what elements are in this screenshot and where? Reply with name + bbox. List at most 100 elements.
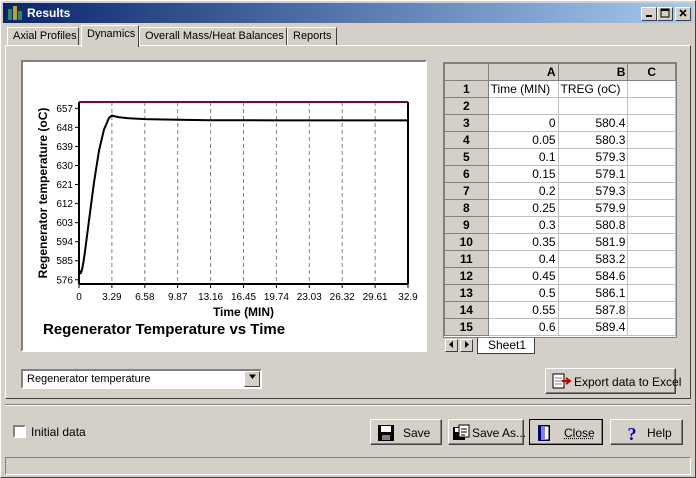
- cell-a[interactable]: 0.05: [487, 131, 559, 149]
- cell-c[interactable]: [627, 165, 676, 183]
- cell-b[interactable]: [557, 97, 629, 115]
- cell-c[interactable]: [627, 114, 676, 132]
- cell-a[interactable]: 0: [487, 114, 559, 132]
- cell-b[interactable]: 579.9: [557, 199, 629, 217]
- y-tick-label: 639: [56, 142, 73, 153]
- chevron-down-icon: [248, 374, 256, 379]
- variable-select[interactable]: Regenerator temperature: [21, 369, 262, 389]
- y-tick-label: 630: [56, 161, 73, 172]
- column-header-a[interactable]: A: [487, 63, 559, 81]
- cell-c[interactable]: [627, 233, 676, 251]
- row-header[interactable]: 11: [444, 250, 489, 268]
- cell-b[interactable]: 584.6: [557, 267, 629, 285]
- arrow-left-icon: [449, 341, 453, 348]
- row-header[interactable]: 9: [444, 216, 489, 234]
- tab-overall-mass-heat-balances[interactable]: Overall Mass/Heat Balances: [139, 27, 287, 46]
- results-window: Results Axial Profiles Dynamics Overall …: [0, 0, 696, 478]
- cell-c[interactable]: [627, 199, 676, 217]
- minimize-button[interactable]: [641, 7, 657, 21]
- row-header[interactable]: 15: [444, 318, 489, 336]
- cell-a[interactable]: 0.35: [487, 233, 559, 251]
- save-button-label: Save: [403, 426, 431, 440]
- tab-reports[interactable]: Reports: [287, 27, 337, 46]
- cell-a[interactable]: 0.5: [487, 284, 559, 302]
- column-header-b[interactable]: B: [557, 63, 629, 81]
- save-as-button[interactable]: Save As...: [448, 419, 526, 445]
- cell-c[interactable]: [627, 148, 676, 166]
- help-button[interactable]: ? Help: [610, 419, 683, 445]
- cell-a[interactable]: Time (MIN): [487, 80, 559, 98]
- cell-c[interactable]: [627, 284, 676, 302]
- cell-c[interactable]: [627, 97, 676, 115]
- y-tick-label: 594: [56, 237, 73, 248]
- cell-b[interactable]: 589.4: [557, 318, 629, 336]
- x-tick-label: 9.87: [168, 292, 188, 303]
- x-tick-label: 26.32: [330, 292, 355, 303]
- cell-b[interactable]: 587.8: [557, 301, 629, 319]
- sheet-row: 1 Time (MIN) TREG (oC): [444, 80, 676, 98]
- close-button[interactable]: Close: [529, 419, 603, 445]
- cell-c[interactable]: [627, 250, 676, 268]
- cell-b[interactable]: 586.1: [557, 284, 629, 302]
- sheet-prev-button[interactable]: [445, 339, 458, 352]
- close-window-button[interactable]: [675, 7, 691, 21]
- row-header[interactable]: 3: [444, 114, 489, 132]
- x-tick-label: 29.61: [363, 292, 388, 303]
- title-bar[interactable]: Results: [3, 3, 693, 23]
- status-bar: [5, 457, 691, 475]
- cell-b[interactable]: 579.1: [557, 165, 629, 183]
- row-header[interactable]: 7: [444, 182, 489, 200]
- maximize-button[interactable]: [657, 7, 673, 21]
- tab-dynamics[interactable]: Dynamics: [81, 25, 139, 47]
- cell-b[interactable]: 580.3: [557, 131, 629, 149]
- cell-a[interactable]: [487, 97, 559, 115]
- cell-c[interactable]: [627, 216, 676, 234]
- cell-b[interactable]: 579.3: [557, 182, 629, 200]
- sheet-row: 9 0.3 580.8: [444, 216, 676, 234]
- tab-axial-profiles[interactable]: Axial Profiles: [7, 27, 79, 46]
- export-excel-button[interactable]: Export data to Excel: [545, 368, 681, 394]
- row-header[interactable]: 8: [444, 199, 489, 217]
- cell-a[interactable]: 0.45: [487, 267, 559, 285]
- corner-cell[interactable]: [444, 63, 489, 81]
- cell-a[interactable]: 0.2: [487, 182, 559, 200]
- sheet-next-button[interactable]: [460, 339, 473, 352]
- cell-c[interactable]: [627, 80, 676, 98]
- cell-c[interactable]: [627, 182, 676, 200]
- dropdown-button[interactable]: [244, 371, 260, 387]
- row-header[interactable]: 10: [444, 233, 489, 251]
- cell-a[interactable]: 0.15: [487, 165, 559, 183]
- cell-b[interactable]: 580.4: [557, 114, 629, 132]
- cell-b[interactable]: TREG (oC): [557, 80, 629, 98]
- cell-b[interactable]: 579.3: [557, 148, 629, 166]
- sheet-tab-sheet1[interactable]: Sheet1: [477, 338, 535, 354]
- initial-data-checkbox[interactable]: [13, 425, 26, 438]
- cell-a[interactable]: 0.4: [487, 250, 559, 268]
- row-header[interactable]: 4: [444, 131, 489, 149]
- row-header[interactable]: 14: [444, 301, 489, 319]
- cell-a[interactable]: 0.1: [487, 148, 559, 166]
- x-tick-label: 16.45: [231, 292, 256, 303]
- column-header-c[interactable]: C: [627, 63, 676, 81]
- cell-c[interactable]: [627, 131, 676, 149]
- sheet-row: 7 0.2 579.3: [444, 182, 676, 200]
- cell-a[interactable]: 0.6: [487, 318, 559, 336]
- cell-c[interactable]: [627, 318, 676, 336]
- row-header[interactable]: 5: [444, 148, 489, 166]
- cell-c[interactable]: [627, 301, 676, 319]
- spreadsheet[interactable]: A B C 1 Time (MIN) TREG (oC) 2 3 0 580.4 4 0.05 5…: [443, 62, 677, 353]
- save-button[interactable]: Save: [370, 419, 442, 445]
- row-header[interactable]: 2: [444, 97, 489, 115]
- row-header[interactable]: 12: [444, 267, 489, 285]
- cell-b[interactable]: 580.8: [557, 216, 629, 234]
- cell-a[interactable]: 0.25: [487, 199, 559, 217]
- cell-b[interactable]: 583.2: [557, 250, 629, 268]
- row-header[interactable]: 13: [444, 284, 489, 302]
- cell-a[interactable]: 0.55: [487, 301, 559, 319]
- row-header[interactable]: 1: [444, 80, 489, 98]
- row-header[interactable]: 6: [444, 165, 489, 183]
- close-button-label: Close: [564, 426, 595, 440]
- cell-b[interactable]: 581.9: [557, 233, 629, 251]
- cell-a[interactable]: 0.3: [487, 216, 559, 234]
- cell-c[interactable]: [627, 267, 676, 285]
